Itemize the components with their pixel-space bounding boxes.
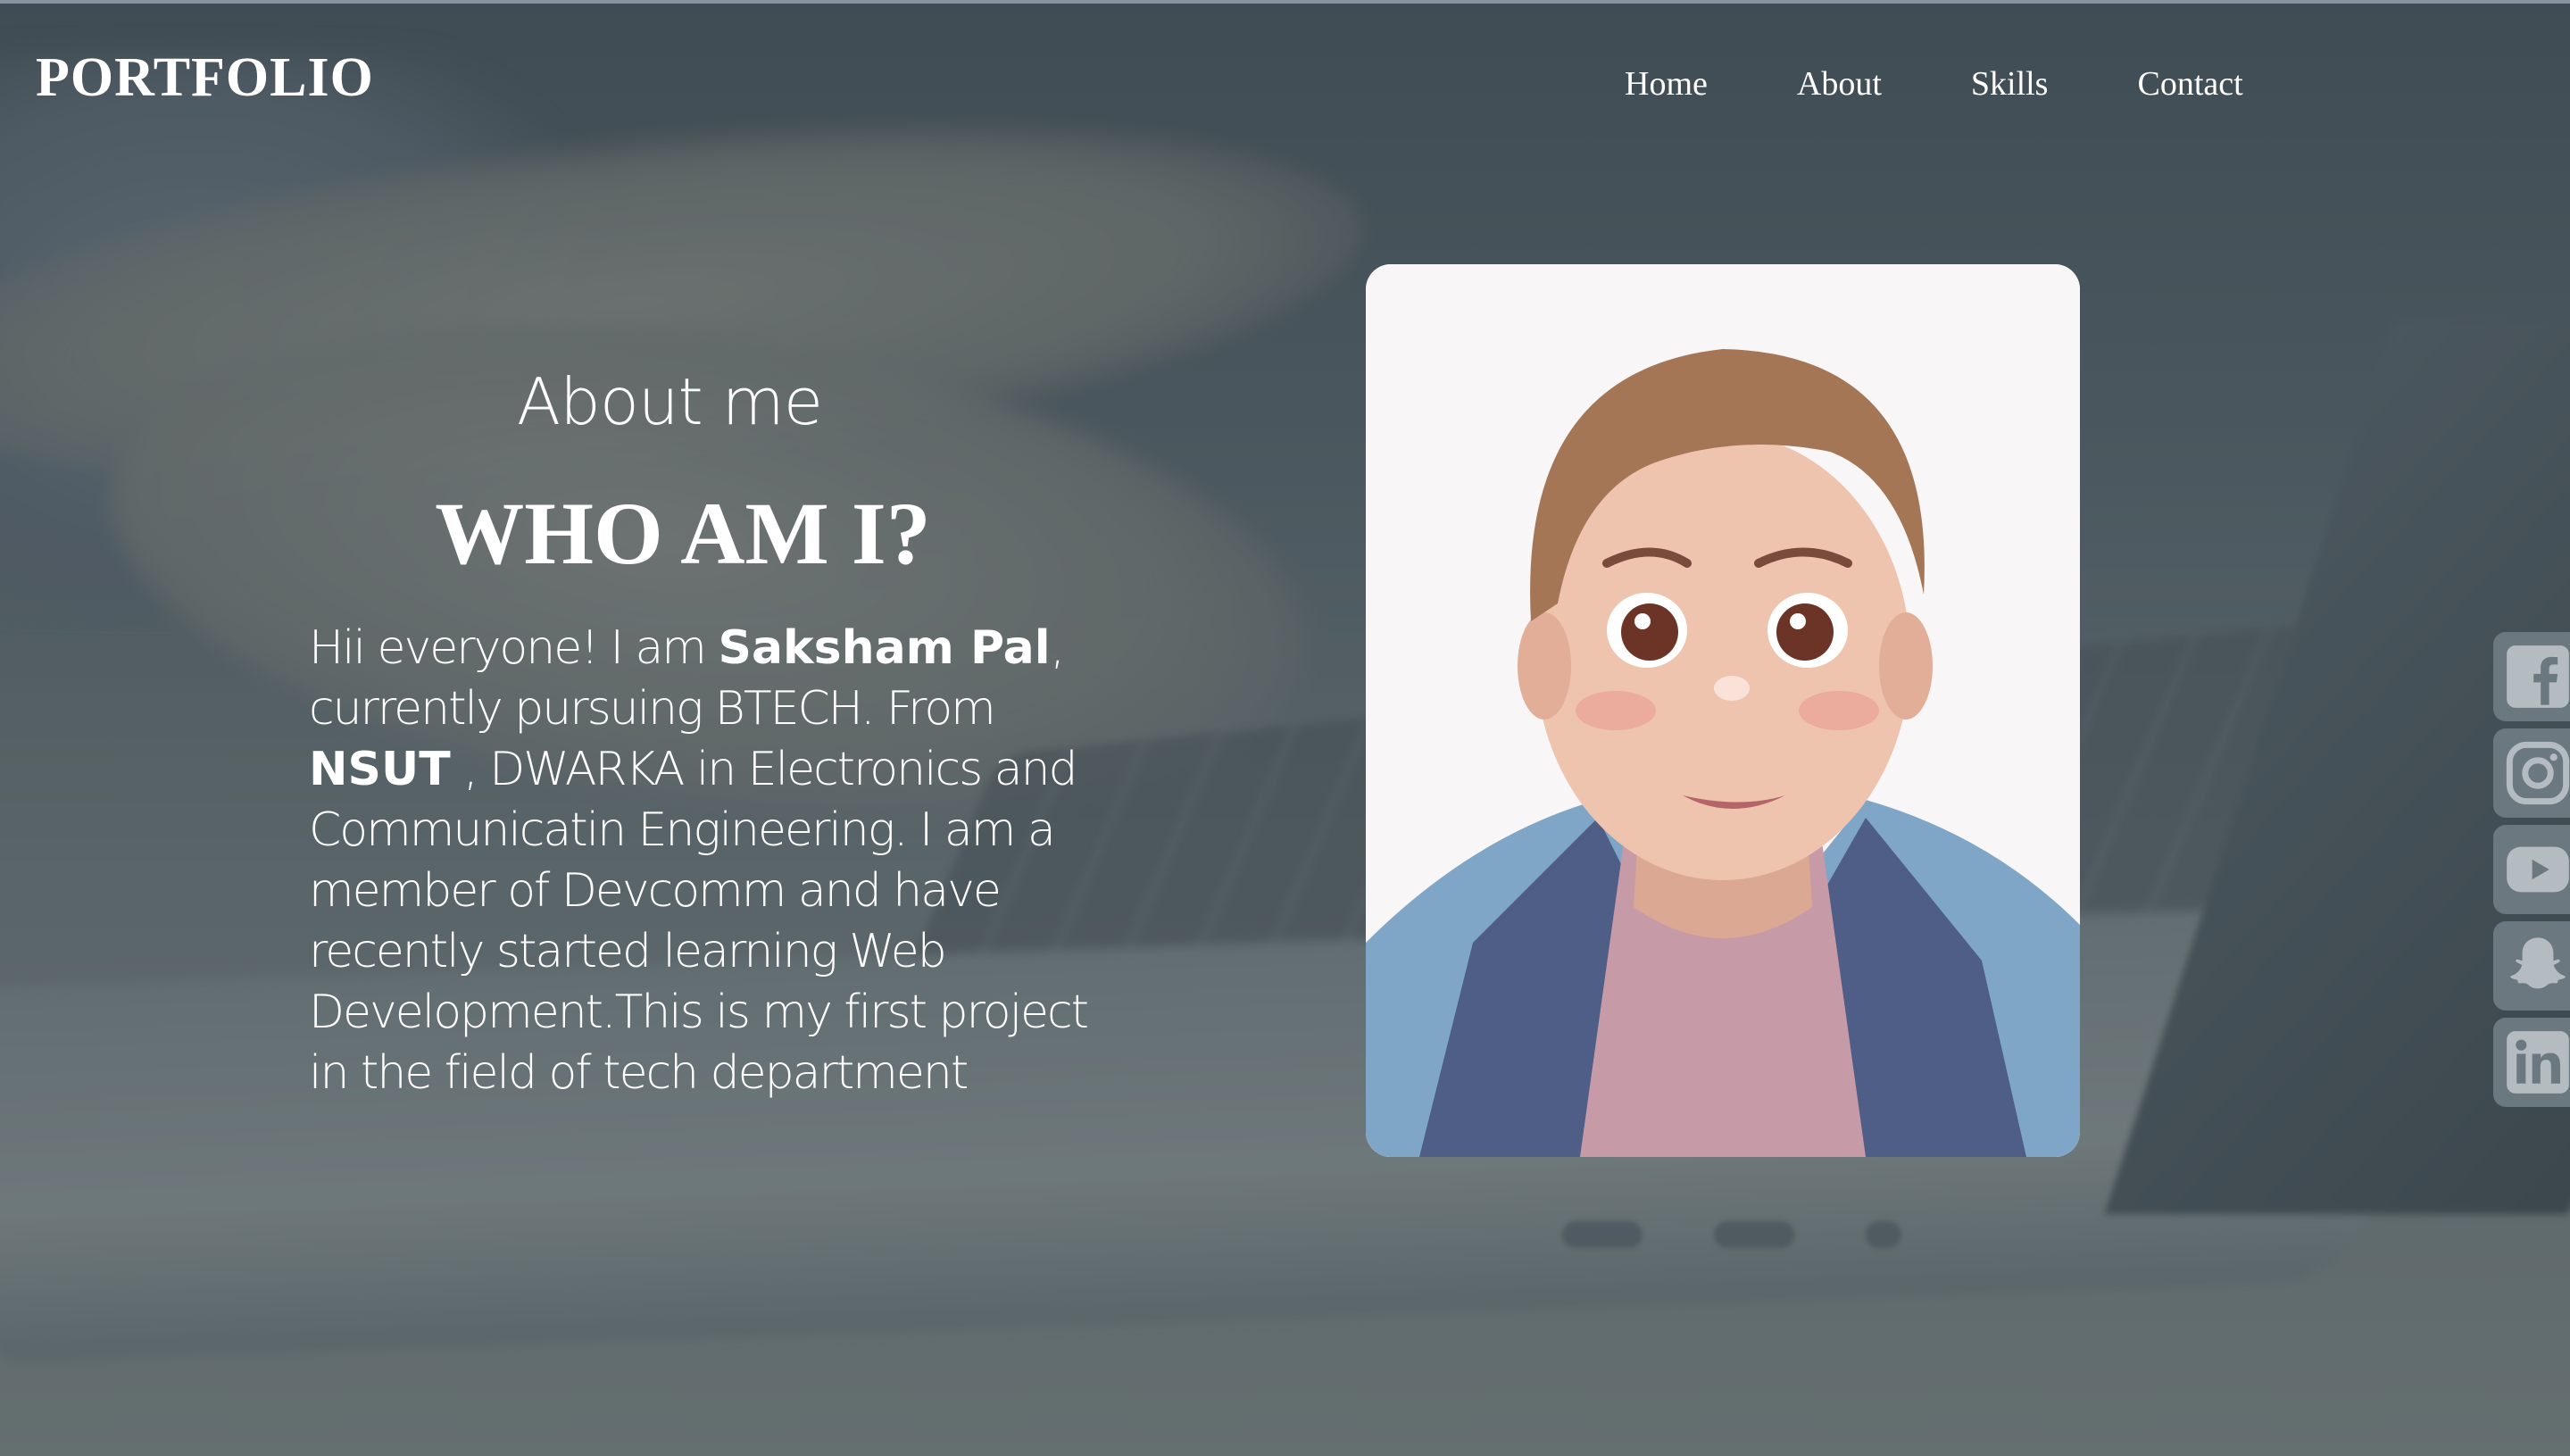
social-sidebar bbox=[2493, 632, 2570, 1114]
nav-home-link[interactable]: Home bbox=[1625, 64, 1708, 104]
main-nav: Home About Skills Contact bbox=[1625, 64, 2333, 104]
intro-rest: , DWARKA in Electronics and Communicatin… bbox=[309, 743, 1089, 1100]
nav-about-link[interactable]: About bbox=[1797, 64, 1882, 104]
author-name: Saksham Pal bbox=[718, 621, 1051, 675]
nav-contact-link[interactable]: Contact bbox=[2137, 64, 2242, 104]
profile-portrait bbox=[1366, 264, 2080, 1157]
about-description: Hii everyone! I am Saksham Pal, currentl… bbox=[309, 618, 1094, 1103]
youtube-icon bbox=[2507, 846, 2569, 893]
top-border bbox=[0, 0, 2570, 4]
linkedin-link[interactable] bbox=[2493, 1018, 2570, 1107]
college-name: NSUT bbox=[309, 743, 451, 796]
intro-prefix: Hii everyone! I am bbox=[309, 621, 719, 675]
nav-skills-link[interactable]: Skills bbox=[1971, 64, 2049, 104]
instagram-link[interactable] bbox=[2493, 728, 2570, 818]
youtube-link[interactable] bbox=[2493, 825, 2570, 914]
facebook-icon bbox=[2507, 645, 2569, 708]
about-subtitle: About me bbox=[516, 364, 823, 439]
site-logo[interactable]: PORTFOLIO bbox=[36, 46, 374, 110]
facebook-link[interactable] bbox=[2493, 632, 2570, 721]
about-title: WHO AM I? bbox=[435, 484, 931, 583]
linkedin-icon bbox=[2507, 1031, 2569, 1094]
snapchat-icon bbox=[2510, 937, 2566, 989]
snapchat-link[interactable] bbox=[2493, 921, 2570, 1011]
instagram-icon bbox=[2506, 741, 2570, 805]
